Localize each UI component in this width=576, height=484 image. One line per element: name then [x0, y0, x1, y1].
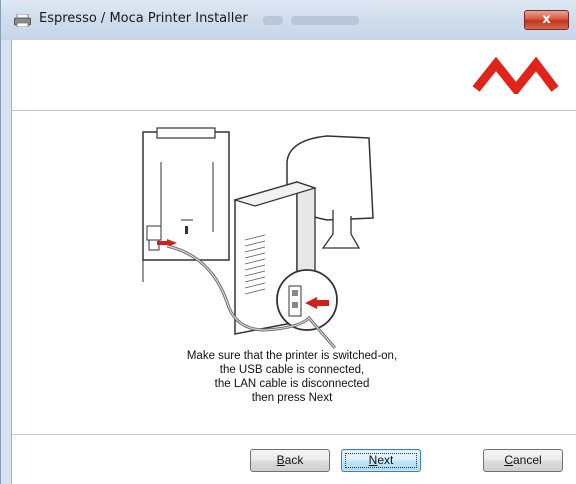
m-logo	[472, 56, 559, 94]
cancel-label: ancel	[512, 453, 542, 467]
printer-icon	[14, 14, 31, 27]
printer-connection-illustration	[142, 127, 374, 349]
title-blur-decoration	[291, 16, 359, 25]
next-button[interactable]: Next	[341, 449, 421, 472]
cancel-button[interactable]: Cancel	[483, 449, 563, 472]
title-blur-decoration	[263, 16, 283, 25]
instruction-line: Make sure that the printer is switched-o…	[186, 350, 398, 362]
installer-window: Espresso / Moca Printer Installer x Make…	[0, 0, 576, 484]
installer-content: Make sure that the printer is switched-o…	[11, 40, 576, 484]
instruction-line: then press Next	[251, 392, 333, 404]
close-icon: x	[542, 12, 551, 27]
title-bar[interactable]: Espresso / Moca Printer Installer x	[1, 0, 576, 40]
back-label: ack	[284, 453, 304, 467]
instruction-text: Make sure that the printer is switched-o…	[142, 349, 442, 405]
footer-divider	[12, 434, 576, 436]
focus-rect	[345, 453, 417, 468]
back-accelerator: B	[276, 453, 285, 467]
close-button[interactable]: x	[524, 10, 569, 30]
cancel-accelerator: C	[504, 453, 513, 467]
header-divider	[12, 110, 576, 112]
instruction-line: the USB cable is connected,	[219, 364, 365, 376]
window-title: Espresso / Moca Printer Installer	[39, 11, 248, 26]
back-button[interactable]: Back	[250, 449, 330, 472]
instruction-line: the LAN cable is disconnected	[214, 378, 370, 390]
